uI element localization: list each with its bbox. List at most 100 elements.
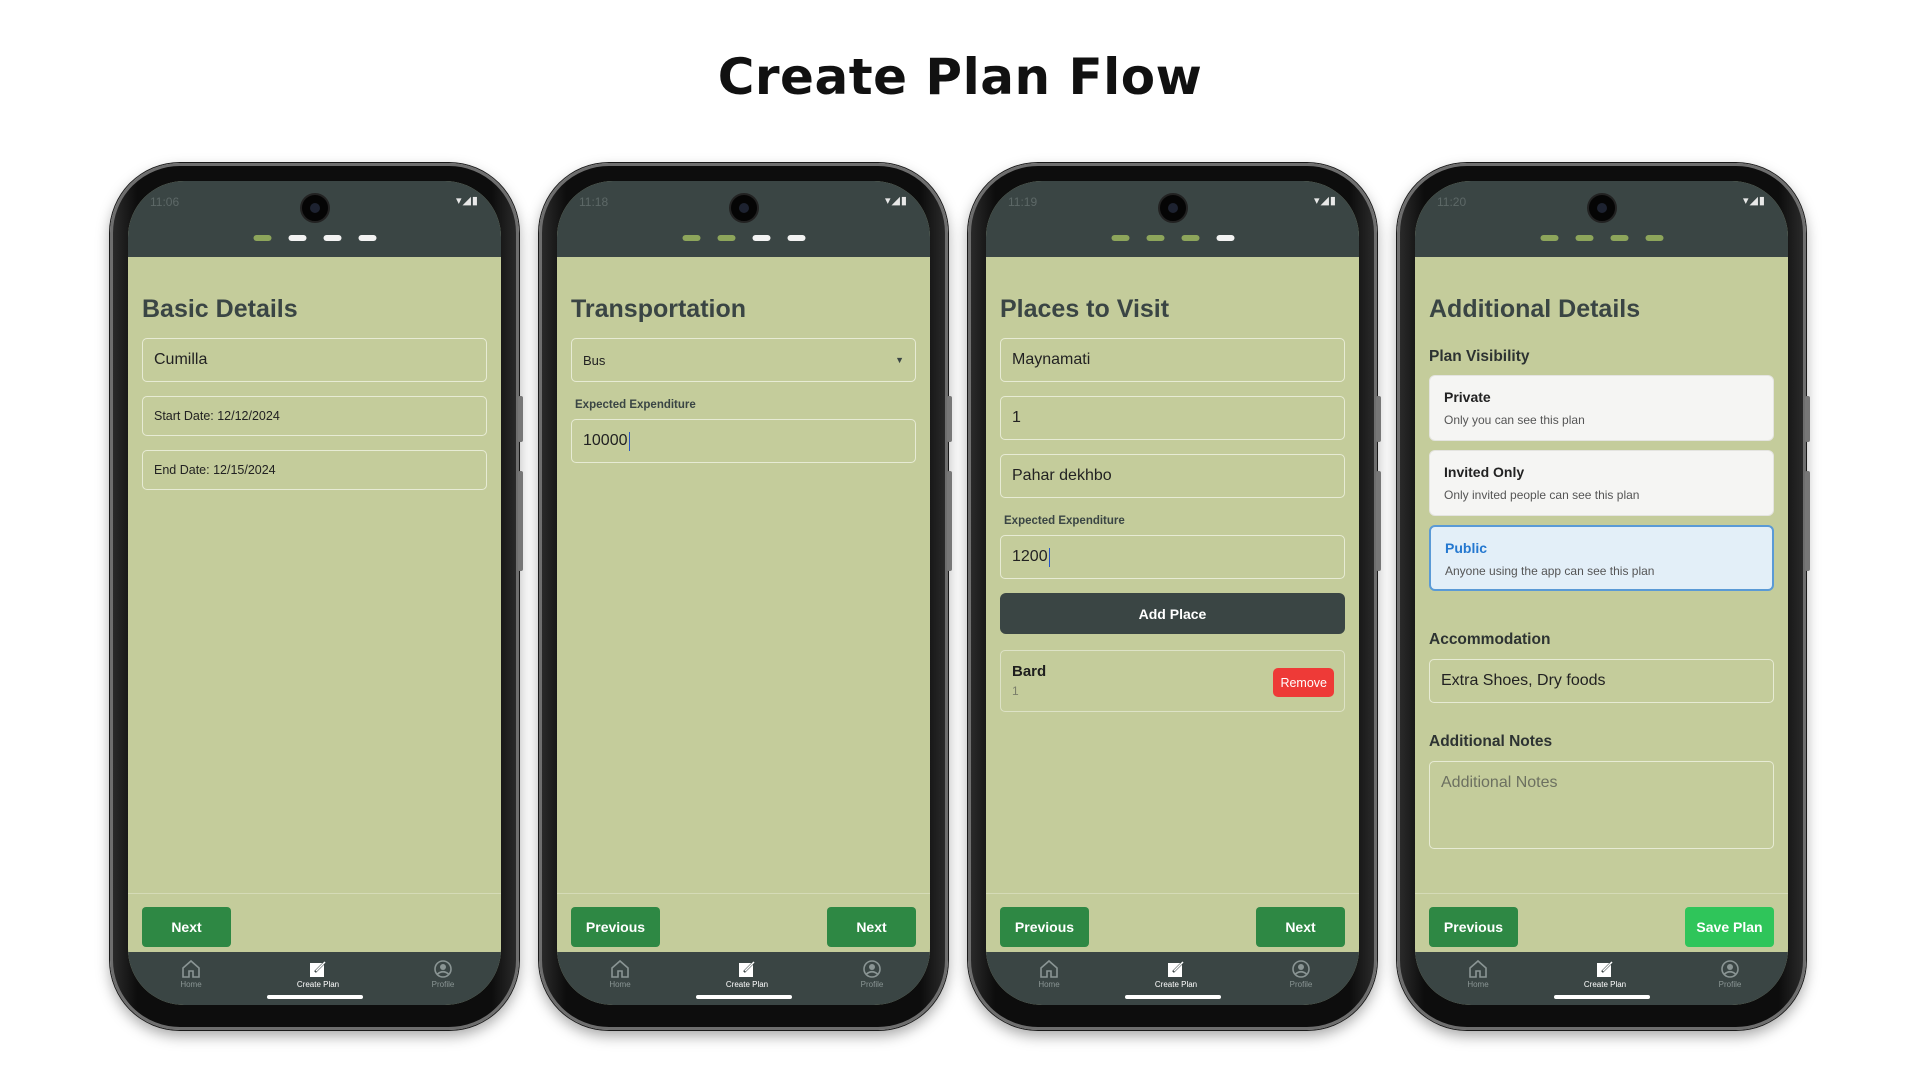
home-indicator[interactable] xyxy=(266,995,363,999)
footer-divider xyxy=(128,893,501,894)
add-place-button[interactable]: Add Place xyxy=(1000,593,1345,634)
step-dot xyxy=(323,235,341,241)
edit-icon xyxy=(707,958,787,980)
profile-icon xyxy=(832,958,912,980)
expenditure-label: Expected Expenditure xyxy=(1004,515,1125,527)
screen-heading: Basic Details xyxy=(142,295,298,323)
tab-profile[interactable]: Profile xyxy=(403,958,483,989)
chevron-down-icon: ▼ xyxy=(895,355,904,365)
edit-icon xyxy=(1136,958,1216,980)
step-indicator xyxy=(1111,235,1234,241)
activity-value: Pahar dekhbo xyxy=(1012,467,1112,484)
step-indicator xyxy=(682,235,805,241)
tab-home[interactable]: Home xyxy=(151,958,231,989)
next-button[interactable]: Next xyxy=(1256,907,1345,947)
step-dot xyxy=(1610,235,1628,241)
previous-button[interactable]: Previous xyxy=(571,907,660,947)
tab-profile[interactable]: Profile xyxy=(832,958,912,989)
home-icon xyxy=(580,958,660,980)
home-icon xyxy=(151,958,231,980)
camera-icon xyxy=(1586,193,1617,223)
expenditure-label: Expected Expenditure xyxy=(575,399,696,411)
step-indicator xyxy=(253,235,376,241)
tab-home[interactable]: Home xyxy=(1009,958,1089,989)
save-plan-button[interactable]: Save Plan xyxy=(1685,907,1774,947)
tab-create-plan[interactable]: Create Plan xyxy=(1565,958,1645,989)
location-input[interactable]: Cumilla xyxy=(142,338,487,382)
tab-home[interactable]: Home xyxy=(1438,958,1518,989)
screen-heading: Additional Details xyxy=(1429,295,1641,323)
tab-create-plan[interactable]: Create Plan xyxy=(707,958,787,989)
start-date-value: Start Date: 12/12/2024 xyxy=(154,409,280,423)
step-dot xyxy=(358,235,376,241)
remove-place-button[interactable]: Remove xyxy=(1273,668,1334,697)
camera-icon xyxy=(299,193,330,223)
screen: 11:20 ▾◢▮ Additional Details Plan Visibi… xyxy=(1415,181,1788,1005)
expenditure-input[interactable]: 1200 xyxy=(1000,535,1345,579)
additional-notes-input[interactable]: Additional Notes xyxy=(1429,761,1774,849)
step-dot xyxy=(1645,235,1663,241)
tab-create-plan[interactable]: Create Plan xyxy=(1136,958,1216,989)
visibility-label: Plan Visibility xyxy=(1429,348,1530,365)
bottom-nav: Home Create Plan Profile xyxy=(128,952,501,1005)
end-date-value: End Date: 12/15/2024 xyxy=(154,463,276,477)
status-time: 11:20 xyxy=(1437,195,1467,209)
tab-profile[interactable]: Profile xyxy=(1690,958,1770,989)
day-input[interactable]: 1 xyxy=(1000,396,1345,440)
place-card: Bard 1 Remove xyxy=(1000,650,1345,712)
step-dot xyxy=(288,235,306,241)
next-button[interactable]: Next xyxy=(827,907,916,947)
step-dot xyxy=(1575,235,1593,241)
status-time: 11:18 xyxy=(579,195,609,209)
home-indicator[interactable] xyxy=(1124,995,1221,999)
previous-button[interactable]: Previous xyxy=(1429,907,1518,947)
expenditure-input[interactable]: 10000 xyxy=(571,419,916,463)
visibility-option-public[interactable]: Public Anyone using the app can see this… xyxy=(1429,525,1774,591)
visibility-option-invited[interactable]: Invited Only Only invited people can see… xyxy=(1429,450,1774,516)
accommodation-value: Extra Shoes, Dry foods xyxy=(1441,672,1606,689)
place-name-input[interactable]: Maynamati xyxy=(1000,338,1345,382)
screen: 11:19 ▾◢▮ Places to Visit Maynamati 1 Pa… xyxy=(986,181,1359,1005)
tab-profile[interactable]: Profile xyxy=(1261,958,1341,989)
expenditure-value: 1200 xyxy=(1012,548,1048,565)
tab-home[interactable]: Home xyxy=(580,958,660,989)
location-value: Cumilla xyxy=(154,351,208,368)
next-button[interactable]: Next xyxy=(142,907,231,947)
step-dot xyxy=(1146,235,1164,241)
transport-select[interactable]: Bus ▼ xyxy=(571,338,916,382)
step-dot xyxy=(1111,235,1129,241)
step-indicator xyxy=(1540,235,1663,241)
home-indicator[interactable] xyxy=(695,995,792,999)
accommodation-label: Accommodation xyxy=(1429,631,1551,648)
visibility-option-private[interactable]: Private Only you can see this plan xyxy=(1429,375,1774,441)
edit-icon xyxy=(1565,958,1645,980)
footer-divider xyxy=(1415,893,1788,894)
previous-button[interactable]: Previous xyxy=(1000,907,1089,947)
step-dot xyxy=(787,235,805,241)
day-value: 1 xyxy=(1012,409,1021,426)
screen: 11:18 ▾◢▮ Transportation Bus ▼ Expected … xyxy=(557,181,930,1005)
status-bar: 11:18 ▾◢▮ xyxy=(557,181,930,257)
activity-input[interactable]: Pahar dekhbo xyxy=(1000,454,1345,498)
text-cursor xyxy=(628,431,630,451)
profile-icon xyxy=(1690,958,1770,980)
bottom-nav: Home Create Plan Profile xyxy=(986,952,1359,1005)
status-bar: 11:19 ▾◢▮ xyxy=(986,181,1359,257)
text-cursor xyxy=(1048,547,1050,567)
screen: 11:06 ▾◢▮ Basic Details Cumilla Start Da… xyxy=(128,181,501,1005)
step-dot xyxy=(1181,235,1199,241)
phone-additional-details: 11:20 ▾◢▮ Additional Details Plan Visibi… xyxy=(1397,163,1810,1030)
home-indicator[interactable] xyxy=(1553,995,1650,999)
page-title: Create Plan Flow xyxy=(717,48,1203,106)
screen-heading: Places to Visit xyxy=(1000,295,1170,323)
signal-battery-icon: ▾◢▮ xyxy=(1742,195,1766,207)
accommodation-input[interactable]: Extra Shoes, Dry foods xyxy=(1429,659,1774,703)
status-bar: 11:06 ▾◢▮ xyxy=(128,181,501,257)
step-dot xyxy=(682,235,700,241)
start-date-field[interactable]: Start Date: 12/12/2024 xyxy=(142,396,487,436)
footer-divider xyxy=(557,893,930,894)
end-date-field[interactable]: End Date: 12/15/2024 xyxy=(142,450,487,490)
notes-label: Additional Notes xyxy=(1429,733,1553,750)
tab-create-plan[interactable]: Create Plan xyxy=(278,958,358,989)
footer-divider xyxy=(986,893,1359,894)
